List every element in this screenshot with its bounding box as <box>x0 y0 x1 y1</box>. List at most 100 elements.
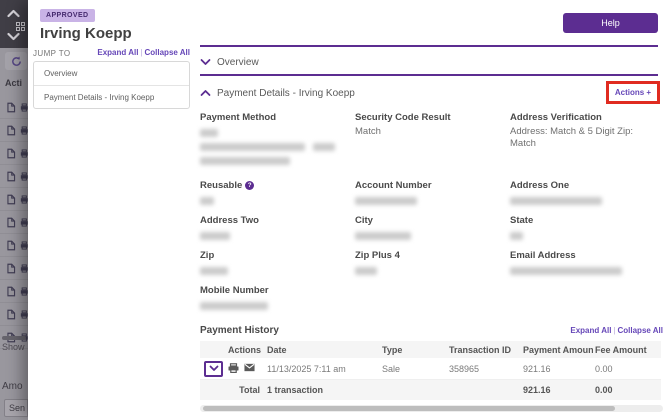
field-email-address: Email Address <box>510 250 661 285</box>
redacted-value <box>200 232 230 240</box>
printer-icon <box>228 362 239 373</box>
horizontal-scrollbar-thumb[interactable] <box>203 406 615 411</box>
field-address-one: Address One <box>510 180 661 215</box>
payment-history-table: Actions Date Type Transaction ID Payment Amo… <box>200 341 661 400</box>
redacted-value <box>355 197 417 205</box>
payment-details-flyout: APPROVED Irving Koepp Help JUMP TO Expan… <box>28 0 670 420</box>
type-cell: Sale <box>382 363 401 374</box>
field-label: City <box>355 215 373 226</box>
total-label: Total <box>239 385 260 395</box>
field-city: City <box>355 215 510 250</box>
field-label: State <box>510 215 534 226</box>
table-header-row: Actions Date Type Transaction ID Payment Amo… <box>200 341 661 358</box>
fee-amount-cell: 0.00 <box>595 363 613 374</box>
payment-amount-cell: 921.16 <box>523 363 551 374</box>
annotation-highlight-box: Actions + <box>606 81 660 104</box>
collapse-all-link[interactable]: Collapse All <box>145 48 191 57</box>
column-header: Transaction ID <box>449 344 512 355</box>
field-label: Payment Method <box>200 112 277 123</box>
details-content: Overview Payment Details - Irving Koepp … <box>200 0 663 420</box>
field-label: Address One <box>510 180 570 191</box>
section-divider <box>200 45 658 47</box>
email-receipt-button[interactable] <box>244 363 255 374</box>
redacted-value <box>313 143 335 151</box>
field-mobile-number: Mobile Number <box>200 285 355 320</box>
field-value: Address: Match & 5 Digit Zip: Match <box>510 126 634 149</box>
actions-cell <box>226 362 265 375</box>
redacted-value <box>510 232 523 240</box>
payment-details-fields: Payment Method Security Code Result Match A… <box>200 112 661 320</box>
redacted-value <box>200 157 290 165</box>
redacted-value <box>355 267 377 275</box>
field-account-number: Account Number <box>355 180 510 215</box>
actions-menu-link[interactable]: Actions + <box>615 88 651 97</box>
status-badge: APPROVED <box>40 9 95 22</box>
total-payment-amount: 921.16 <box>523 385 551 395</box>
redacted-value <box>200 143 305 151</box>
redacted-value <box>200 302 268 310</box>
total-count: 1 transaction <box>267 385 324 395</box>
column-header: Payment Amount <box>523 344 593 355</box>
field-payment-method: Payment Method <box>200 112 355 180</box>
column-header: Actions <box>228 344 262 355</box>
field-value: Match <box>355 126 381 137</box>
chevron-down-icon <box>200 59 211 65</box>
help-tooltip-icon[interactable]: ? <box>245 181 255 190</box>
redacted-value <box>510 267 622 275</box>
modal-scrim[interactable] <box>0 0 28 420</box>
field-label: Zip Plus 4 <box>355 250 400 261</box>
jump-to-list: Overview Payment Details - Irving Koepp <box>33 61 190 109</box>
chevron-up-icon <box>200 90 211 96</box>
field-label: Email Address <box>510 250 576 261</box>
expand-row-button[interactable] <box>204 360 223 377</box>
redacted-value <box>200 129 218 137</box>
redacted-value <box>200 197 214 205</box>
section-divider <box>200 74 658 76</box>
redacted-value <box>355 232 411 240</box>
envelope-icon <box>244 363 255 372</box>
print-receipt-button[interactable] <box>228 362 239 375</box>
field-label: Account Number <box>355 180 432 191</box>
table-row: 11/13/2025 7:11 am Sale 358965 921.16 0.00 <box>200 358 661 380</box>
horizontal-scrollbar-track[interactable] <box>200 405 663 412</box>
table-total-row: Total 1 transaction 921.16 0.00 <box>200 380 661 400</box>
field-label: Reusable? <box>200 180 355 191</box>
background-page-strip: Acti Show Amo Sen <box>0 0 28 420</box>
column-header: Date <box>267 344 287 355</box>
chevron-down-icon <box>209 365 218 371</box>
field-zip-plus-4: Zip Plus 4 <box>355 250 510 285</box>
page-title: Irving Koepp <box>40 25 132 42</box>
field-label: Address Verification <box>510 112 602 123</box>
expand-all-link[interactable]: Expand All <box>97 48 138 57</box>
field-security-code-result: Security Code Result Match <box>355 112 510 180</box>
total-fee-amount: 0.00 <box>595 385 613 395</box>
overview-section-header[interactable]: Overview <box>200 53 658 71</box>
overview-section-title: Overview <box>217 56 259 68</box>
field-zip: Zip <box>200 250 355 285</box>
redacted-value <box>510 197 602 205</box>
expand-cell <box>200 360 226 377</box>
link-separator: | <box>140 48 143 57</box>
jump-to-item[interactable]: Payment Details - Irving Koepp <box>34 85 189 108</box>
field-state: State <box>510 215 661 250</box>
field-reusable: Reusable? <box>200 180 355 215</box>
payment-history-title: Payment History <box>200 324 279 336</box>
jump-to-item[interactable]: Overview <box>34 62 189 85</box>
column-header: Type <box>382 344 403 355</box>
jump-to-links: Expand All | Collapse All <box>33 48 190 57</box>
payment-details-section-header[interactable]: Payment Details - Irving Koepp Actions + <box>200 81 660 105</box>
payment-history-section: Payment History Expand All | Collapse All … <box>200 323 663 412</box>
payment-details-section-title: Payment Details - Irving Koepp <box>217 87 355 99</box>
field-label: Address Two <box>200 215 259 226</box>
field-label: Mobile Number <box>200 285 269 296</box>
field-label: Security Code Result <box>355 112 451 123</box>
field-label: Zip <box>200 250 215 261</box>
payment-history-links: Expand All | Collapse All <box>570 326 663 335</box>
collapse-all-link[interactable]: Collapse All <box>618 326 664 335</box>
date-cell: 11/13/2025 7:11 am <box>267 363 346 374</box>
column-header: Fee Amount <box>595 344 647 355</box>
redacted-value <box>200 267 228 275</box>
expand-all-link[interactable]: Expand All <box>570 326 611 335</box>
field-address-verification: Address Verification Address: Match & 5 D… <box>510 112 661 180</box>
link-separator: | <box>613 325 616 335</box>
